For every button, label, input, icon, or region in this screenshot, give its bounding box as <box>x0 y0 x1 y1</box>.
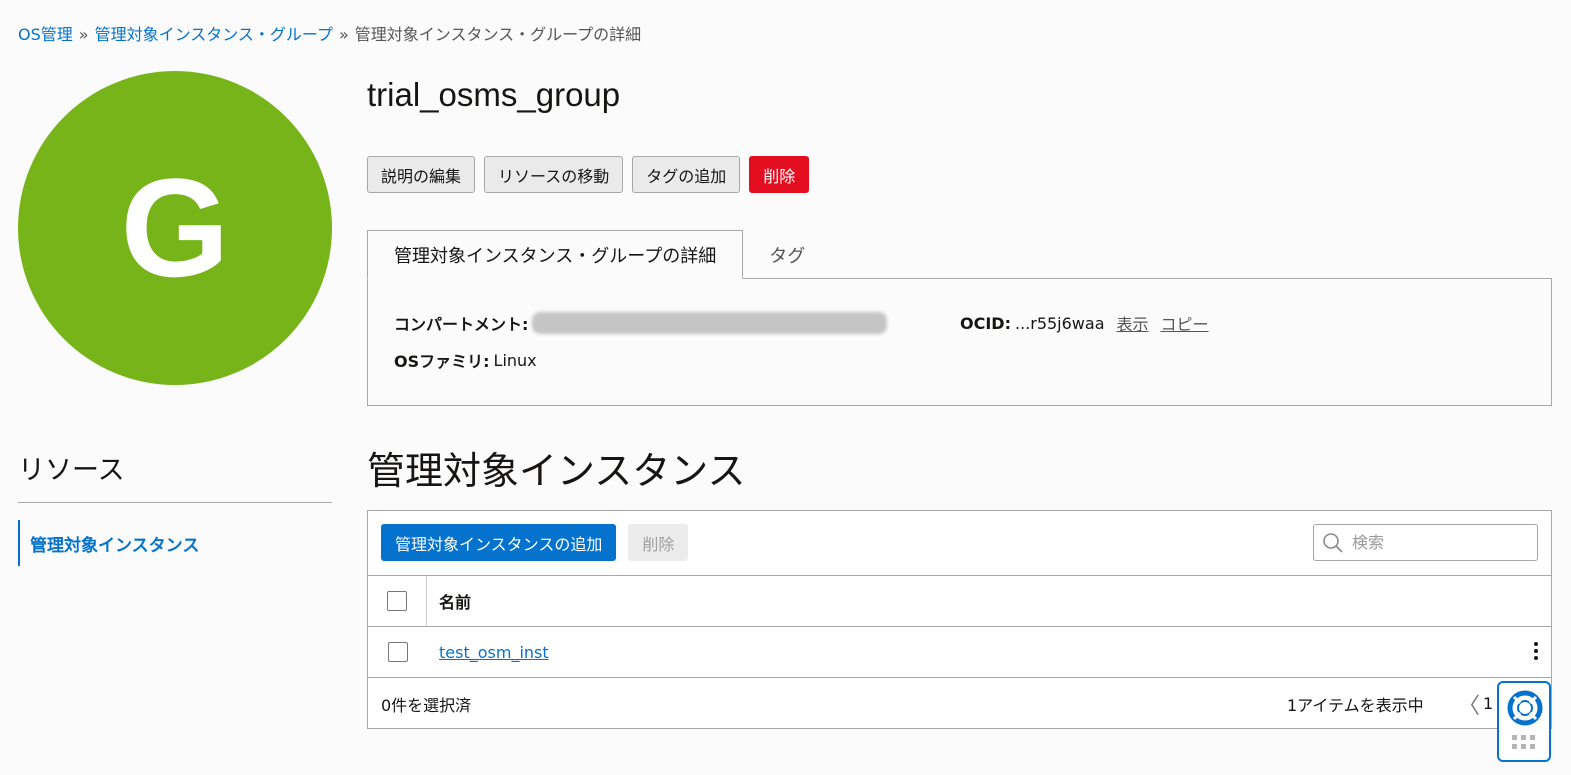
search-icon <box>1323 532 1343 553</box>
os-family-value: Linux <box>493 350 537 370</box>
action-bar: 説明の編集 リソースの移動 タグの追加 削除 <box>367 156 810 193</box>
detail-tabs: 管理対象インスタンス・グループの詳細 タグ <box>367 230 831 279</box>
resources-divider <box>18 502 332 503</box>
column-header-name[interactable]: 名前 <box>427 589 471 613</box>
delete-button[interactable]: 削除 <box>749 156 810 193</box>
os-family-field: OSファミリ: Linux <box>394 348 537 372</box>
ocid-value: ...r55j6waa <box>1014 313 1105 333</box>
compartment-value-redacted <box>532 312 888 334</box>
breadcrumb-separator: » <box>338 25 349 44</box>
compartment-label: コンパートメント: <box>394 315 529 334</box>
move-resource-button[interactable]: リソースの移動 <box>484 156 624 193</box>
ocid-label: OCID: <box>960 313 1011 333</box>
table-header-row: 名前 <box>368 575 1551 626</box>
breadcrumb-os-management[interactable]: OS管理 <box>18 25 73 44</box>
remove-instance-button[interactable]: 削除 <box>628 524 689 561</box>
breadcrumb: OS管理 » 管理対象インスタンス・グループ » 管理対象インスタンス・グループの詳細 <box>18 21 641 45</box>
selected-count: 0件を選択済 <box>381 695 472 715</box>
group-avatar: G <box>18 71 332 385</box>
resources-heading: リソース <box>18 455 125 486</box>
tab-tags[interactable]: タグ <box>743 230 831 279</box>
edit-description-button[interactable]: 説明の編集 <box>367 156 476 193</box>
breadcrumb-instance-groups[interactable]: 管理対象インスタンス・グループ <box>95 25 333 44</box>
ocid-show-link[interactable]: 表示 <box>1117 311 1149 335</box>
os-family-label: OSファミリ: <box>394 352 490 371</box>
search-box[interactable] <box>1313 524 1538 561</box>
page-title: trial_osms_group <box>367 76 621 113</box>
row-actions-menu-icon[interactable] <box>1531 642 1541 662</box>
table-row: test_osm_inst <box>368 626 1551 677</box>
table-toolbar: 管理対象インスタンスの追加 削除 <box>381 524 689 561</box>
ocid-field: OCID: ...r55j6waa 表示 コピー <box>960 311 1209 335</box>
instances-table-panel: 管理対象インスタンスの追加 削除 名前 test_osm_inst 0件を選択済 <box>367 510 1552 729</box>
help-widget[interactable] <box>1497 681 1551 762</box>
apps-grid-icon <box>1512 735 1535 749</box>
row-select-cell <box>368 627 427 677</box>
details-panel: コンパートメント: OCID: ...r55j6waa 表示 コピー OSファミ… <box>367 278 1552 406</box>
select-all-checkbox[interactable] <box>387 591 407 611</box>
compartment-field: コンパートメント: <box>394 311 888 335</box>
search-input[interactable] <box>1350 532 1530 553</box>
lifebuoy-icon <box>1507 690 1543 726</box>
table-footer: 0件を選択済 1アイテムを表示中 〈 1 <box>368 677 1551 729</box>
breadcrumb-current: 管理対象インスタンス・グループの詳細 <box>354 25 642 44</box>
pager-prev-icon[interactable]: 〈 <box>1458 688 1480 720</box>
instance-name-link[interactable]: test_osm_inst <box>427 643 549 662</box>
select-all-cell <box>368 576 427 626</box>
items-shown-count: 1アイテムを表示中 <box>1287 695 1424 715</box>
section-heading: 管理対象インスタンス <box>367 449 746 493</box>
pager-current-page: 1 <box>1483 694 1494 713</box>
page: OS管理 » 管理対象インスタンス・グループ » 管理対象インスタンス・グループの詳細 … <box>0 0 1571 775</box>
add-instance-button[interactable]: 管理対象インスタンスの追加 <box>381 524 617 561</box>
add-tags-button[interactable]: タグの追加 <box>632 156 741 193</box>
ocid-copy-link[interactable]: コピー <box>1161 311 1209 335</box>
tab-group-details[interactable]: 管理対象インスタンス・グループの詳細 <box>367 230 744 279</box>
avatar-letter: G <box>120 149 230 306</box>
resource-item-managed-instances[interactable]: 管理対象インスタンス <box>18 520 199 566</box>
row-checkbox[interactable] <box>387 642 408 662</box>
breadcrumb-separator: » <box>78 25 89 44</box>
